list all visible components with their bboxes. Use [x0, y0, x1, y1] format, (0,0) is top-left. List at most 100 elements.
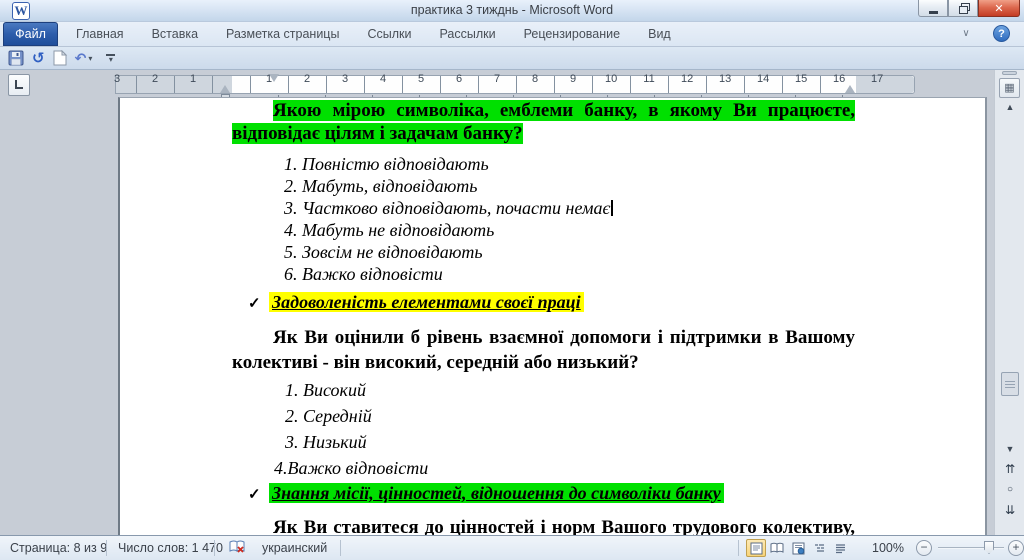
zoom-slider-track[interactable]	[938, 547, 1004, 549]
first-line-indent-marker[interactable]	[269, 74, 279, 82]
scroll-up-icon[interactable]: ▲	[995, 102, 1024, 112]
view-print-layout-button[interactable]	[746, 539, 766, 557]
ruler-number: 14	[757, 73, 769, 86]
ruler-number: 5	[415, 73, 427, 86]
separator	[340, 540, 341, 556]
page-indicator[interactable]: Страница: 8 из 9	[10, 541, 107, 555]
tab-file[interactable]: Файл	[3, 22, 58, 46]
list-item: 2. Середній	[285, 403, 855, 429]
list-item: 3. Низький	[285, 429, 855, 455]
ruler-number: 12	[681, 73, 693, 86]
ruler-number: 2	[301, 73, 313, 86]
ruler-number: 13	[719, 73, 731, 86]
ruler-toggle-button[interactable]: ▦	[999, 78, 1020, 98]
answer-list-2: 1. Високий 2. Середній 3. Низький 4.Важк…	[285, 377, 855, 481]
list-item: 3. Частково відповідають, почасти немає	[284, 197, 855, 219]
undo-button[interactable]: ↺	[32, 48, 45, 68]
document-area: 3 2 1 1 2 3 4 5 6 7 8 9 10 11 12 13 14 1…	[0, 70, 1024, 535]
separator	[738, 540, 739, 556]
undo-icon: ↺	[32, 49, 45, 67]
section-bullet-green: ✓Знання місії, цінностей, відношення до …	[248, 482, 855, 506]
heading-line: Якою мірою символіка, емблеми банку, в я…	[273, 99, 855, 122]
ruler-number: 1	[187, 73, 199, 86]
minimize-button[interactable]	[918, 0, 948, 17]
close-button[interactable]: ✕	[978, 0, 1020, 17]
tab-review[interactable]: Рецензирование	[510, 22, 635, 47]
collapse-ribbon-icon[interactable]: ∨	[958, 27, 974, 42]
tab-page-layout[interactable]: Разметка страницы	[212, 22, 353, 47]
ruler-number: 4	[377, 73, 389, 86]
previous-page-icon[interactable]: ⇈	[995, 462, 1024, 476]
next-page-icon[interactable]: ⇊	[995, 503, 1024, 517]
list-item: 4. Мабуть не відповідають	[284, 219, 855, 241]
minimize-icon	[929, 11, 938, 14]
view-web-layout-button[interactable]	[788, 539, 808, 557]
proofing-errors-icon[interactable]	[228, 540, 247, 558]
list-item: 6. Важко відповісти	[284, 263, 855, 285]
customize-qat-button[interactable]: ▾	[106, 48, 115, 68]
ruler-number: 3	[111, 73, 123, 86]
ruler-number: 6	[453, 73, 465, 86]
tab-insert[interactable]: Вставка	[138, 22, 212, 47]
checkmark-icon: ✓	[248, 293, 269, 315]
save-button[interactable]	[8, 48, 24, 68]
window-title: практика 3 тижднь - Microsoft Word	[0, 3, 1024, 17]
status-bar: Страница: 8 из 9 Число слов: 1 470 украи…	[0, 535, 1024, 560]
new-document-button[interactable]	[53, 48, 67, 68]
undo-dropdown-button[interactable]: ↶ ▾	[75, 48, 93, 68]
scroll-down-icon[interactable]: ▼	[995, 444, 1024, 454]
restore-icon	[959, 4, 968, 12]
save-icon	[8, 50, 24, 66]
ruler-number: 16	[833, 73, 845, 86]
print-layout-icon	[750, 542, 763, 555]
restore-button[interactable]	[948, 0, 978, 17]
tab-references[interactable]: Ссылки	[353, 22, 425, 47]
hanging-indent-marker[interactable]	[220, 85, 230, 93]
list-item: 5. Зовсім не відповідають	[284, 241, 855, 263]
ruler-number: 11	[643, 73, 655, 86]
web-layout-icon	[792, 542, 805, 555]
split-window-handle[interactable]	[1002, 71, 1017, 75]
zoom-slider-thumb[interactable]	[984, 541, 994, 554]
view-draft-button[interactable]	[830, 539, 850, 557]
language-indicator[interactable]: украинский	[262, 541, 327, 555]
view-outline-button[interactable]	[809, 539, 829, 557]
left-tab-icon	[15, 80, 23, 89]
minus-icon: −	[920, 540, 927, 554]
customize-qat-arrow-icon: ▾	[109, 57, 113, 62]
text-cursor	[611, 200, 613, 216]
heading-line: відповідає цілям і задачам банку?	[232, 122, 855, 145]
select-browse-object-icon[interactable]: ○	[995, 484, 1024, 495]
zoom-in-button[interactable]: +	[1008, 540, 1024, 556]
window-controls: ✕	[918, 0, 1020, 18]
ruler-number: 7	[491, 73, 503, 86]
tab-mailings[interactable]: Рассылки	[425, 22, 509, 47]
close-icon: ✕	[994, 2, 1003, 15]
section-bullet-yellow: ✓Задоволеність елементами своєї праці	[248, 291, 855, 315]
ruler-right-margin	[856, 76, 914, 93]
list-item: 4.Важко відповісти	[274, 455, 855, 481]
vertical-scrollbar[interactable]: ▦ ▲ ▼ ⇈ ○ ⇊	[994, 70, 1024, 535]
zoom-level[interactable]: 100%	[872, 541, 904, 555]
help-icon[interactable]: ?	[993, 25, 1010, 42]
undo-arrow-icon: ↶	[75, 50, 87, 67]
quick-access-toolbar: ↺ ↶ ▾ ▾	[0, 47, 1024, 70]
tab-selector-button[interactable]	[8, 74, 30, 96]
question-paragraph-line: колективі - він високий, середній або ни…	[232, 350, 855, 375]
scrollbar-thumb[interactable]	[1001, 372, 1019, 396]
right-indent-marker[interactable]	[845, 85, 855, 93]
fullscreen-reading-icon	[770, 542, 784, 554]
ruler-left-margin	[116, 76, 232, 93]
document-page[interactable]: Якою мірою символіка, емблеми банку, в я…	[118, 97, 987, 535]
dropdown-arrow-icon: ▾	[88, 54, 92, 63]
tab-view[interactable]: Вид	[634, 22, 685, 47]
separator	[106, 540, 107, 556]
draft-icon	[834, 542, 847, 555]
view-fullscreen-reading-button[interactable]	[767, 539, 787, 557]
list-item: 1. Високий	[285, 377, 855, 403]
tab-home[interactable]: Главная	[62, 22, 138, 47]
question-paragraph-line: Як Ви ставитеся до цінностей і норм Вашо…	[273, 515, 855, 535]
word-count[interactable]: Число слов: 1 470	[118, 541, 223, 555]
zoom-out-button[interactable]: −	[916, 540, 932, 556]
ruler-number: 17	[871, 73, 883, 86]
